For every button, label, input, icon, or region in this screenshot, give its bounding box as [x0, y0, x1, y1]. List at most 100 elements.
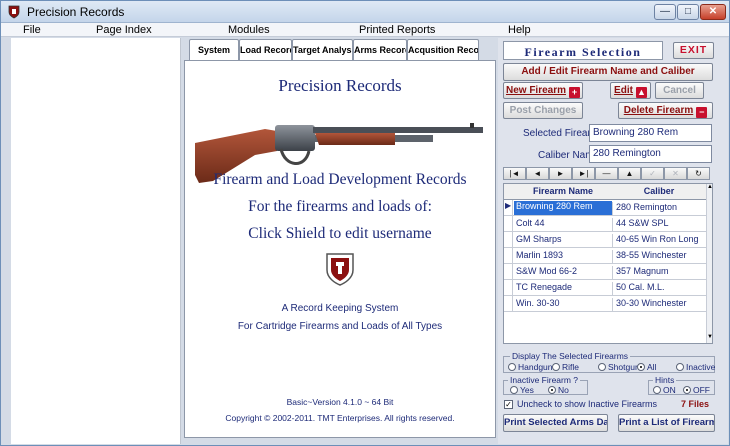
panel-heading-box: Firearm Selection [503, 41, 663, 60]
nav-cancel-button[interactable]: ✕ [664, 167, 687, 180]
radio-dot [598, 363, 606, 371]
nav-last-button[interactable]: ►| [572, 167, 595, 180]
radio-label: Rifle [562, 362, 580, 372]
column-header-firearm-name[interactable]: Firearm Name [514, 186, 612, 196]
radio-hints-on[interactable]: ON [653, 385, 676, 395]
radio-inactive-no[interactable]: No [548, 385, 569, 395]
radio-label: Yes [520, 385, 534, 395]
table-row[interactable]: Colt 44 44 S&W SPL [504, 216, 706, 232]
radio-dot [552, 363, 560, 371]
display-filter-group: Display The Selected Firearms Handgun Ri… [503, 351, 715, 373]
menu-bar: File Page Index Modules Printed Reports … [1, 23, 729, 37]
edit-button[interactable]: Edit ▲ [610, 82, 651, 99]
menu-file[interactable]: File [23, 24, 41, 36]
table-row[interactable]: S&W Mod 66-2 357 Magnum [504, 264, 706, 280]
hints-title: Hints [653, 375, 677, 385]
plus-icon: + [569, 87, 581, 98]
tab-target-analysis[interactable]: Target Analysis [292, 39, 353, 61]
selected-firearm-field[interactable]: Browning 280 Rem [589, 124, 712, 142]
shield-icon[interactable] [325, 252, 355, 286]
scroll-down-icon[interactable]: ▼ [707, 334, 712, 342]
new-firearm-label: New Firearm [505, 85, 567, 96]
grid-scrollbar[interactable]: ▲ ▼ [706, 184, 712, 343]
radio-inactive[interactable]: Inactive [676, 362, 715, 372]
row-indicator [504, 296, 513, 312]
firearm-grid: Firearm Name Caliber ▶ Browning 280 Rem … [503, 183, 713, 344]
show-inactive-label: Uncheck to show Inactive Firearms [517, 399, 658, 409]
nav-refresh-button[interactable]: ↻ [687, 167, 710, 180]
row-indicator [504, 248, 513, 264]
nav-prior-button[interactable]: ◄ [526, 167, 549, 180]
show-inactive-checkbox[interactable]: ✓ [504, 400, 513, 409]
table-row[interactable]: Win. 30-30 30-30 Winchester [504, 296, 706, 312]
print-firearm-list-button[interactable]: Print a List of Firearms [618, 414, 715, 432]
tab-load-records[interactable]: Load Records [239, 39, 292, 61]
radio-all[interactable]: All [637, 362, 656, 372]
menu-page-index[interactable]: Page Index [96, 24, 152, 36]
radio-label: Handgun [518, 362, 553, 372]
caliber-name-field[interactable]: 280 Remington [589, 145, 712, 163]
inactive-firearm-group: Inactive Firearm ? Yes No [503, 375, 588, 395]
system-page: Precision Records Firearm and Load Devel… [184, 60, 496, 438]
new-firearm-button[interactable]: New Firearm + [503, 82, 583, 99]
caliber-cell: 30-30 Winchester [612, 298, 706, 311]
arrow-up-icon: ▲ [635, 87, 647, 98]
caliber-cell: 280 Remington [612, 202, 706, 215]
nav-post-button[interactable]: ✓ [641, 167, 664, 180]
close-button[interactable]: ✕ [700, 4, 726, 20]
firearm-name-cell: Browning 280 Rem [514, 201, 612, 215]
tab-system[interactable]: System [189, 39, 239, 61]
radio-label: ON [663, 385, 676, 395]
add-edit-firearm-button[interactable]: Add / Edit Firearm Name and Caliber [503, 63, 713, 81]
print-selected-arms-button[interactable]: Print Selected Arms Data [503, 414, 608, 432]
inactive-firearm-title: Inactive Firearm ? [508, 375, 581, 385]
radio-inactive-yes[interactable]: Yes [510, 385, 534, 395]
menu-modules[interactable]: Modules [228, 24, 270, 36]
headline-line-3: Click Shield to edit username [248, 225, 432, 242]
menu-help[interactable]: Help [508, 24, 531, 36]
table-row[interactable]: TC Renegade 50 Cal. M.L. [504, 280, 706, 296]
scroll-up-icon[interactable]: ▲ [707, 184, 712, 192]
nav-first-button[interactable]: |◄ [503, 167, 526, 180]
app-window: Precision Records — □ ✕ File Page Index … [0, 0, 730, 446]
radio-label: No [558, 385, 569, 395]
firearm-name-cell: S&W Mod 66-2 [516, 266, 578, 276]
nav-edit-button[interactable]: ▲ [618, 167, 641, 180]
post-changes-button[interactable]: Post Changes [503, 102, 583, 119]
row-indicator [504, 264, 513, 280]
table-row[interactable]: GM Sharps 40-65 Win Ron Long [504, 232, 706, 248]
table-row[interactable]: ▶ Browning 280 Rem 280 Remington [504, 200, 706, 216]
row-indicator [504, 216, 513, 232]
radio-shotgun[interactable]: Shotgun [598, 362, 640, 372]
tagline-2: For Cartridge Firearms and Loads of All … [237, 321, 443, 332]
panel-heading: Firearm Selection [524, 45, 642, 59]
menu-printed-reports[interactable]: Printed Reports [359, 24, 435, 36]
headline-line-1: Firearm and Load Development Records [213, 171, 467, 188]
radio-rifle[interactable]: Rifle [552, 362, 579, 372]
nav-delete-button[interactable]: — [595, 167, 618, 180]
nav-next-button[interactable]: ► [549, 167, 572, 180]
delete-firearm-button[interactable]: Delete Firearm − [618, 102, 713, 119]
radio-dot [508, 363, 516, 371]
minimize-button[interactable]: — [654, 4, 676, 20]
window-title: Precision Records [27, 5, 125, 19]
radio-dot [510, 386, 518, 394]
tab-arms-record[interactable]: Arms Record [353, 39, 407, 61]
table-row[interactable]: Marlin 1893 38-55 Winchester [504, 248, 706, 264]
radio-handgun[interactable]: Handgun [508, 362, 553, 372]
radio-label: Shotgun [608, 362, 640, 372]
row-indicator-icon: ▶ [504, 200, 513, 216]
maximize-button[interactable]: □ [677, 4, 699, 20]
firearm-selection-panel: Firearm Selection EXIT Add / Edit Firear… [498, 38, 728, 444]
exit-button[interactable]: EXIT [673, 42, 714, 59]
cancel-button[interactable]: Cancel [655, 82, 704, 99]
column-header-caliber[interactable]: Caliber [612, 186, 706, 196]
radio-dot [637, 363, 645, 371]
radio-dot [548, 386, 556, 394]
title-bar: Precision Records — □ ✕ [1, 1, 729, 23]
tagline-1: A Record Keeping System [281, 303, 399, 314]
tab-acquisition-record[interactable]: Acqusition Record [407, 39, 479, 61]
edit-label: Edit [614, 85, 633, 96]
radio-hints-off[interactable]: OFF [683, 385, 710, 395]
firearm-name-cell: GM Sharps [516, 234, 562, 244]
